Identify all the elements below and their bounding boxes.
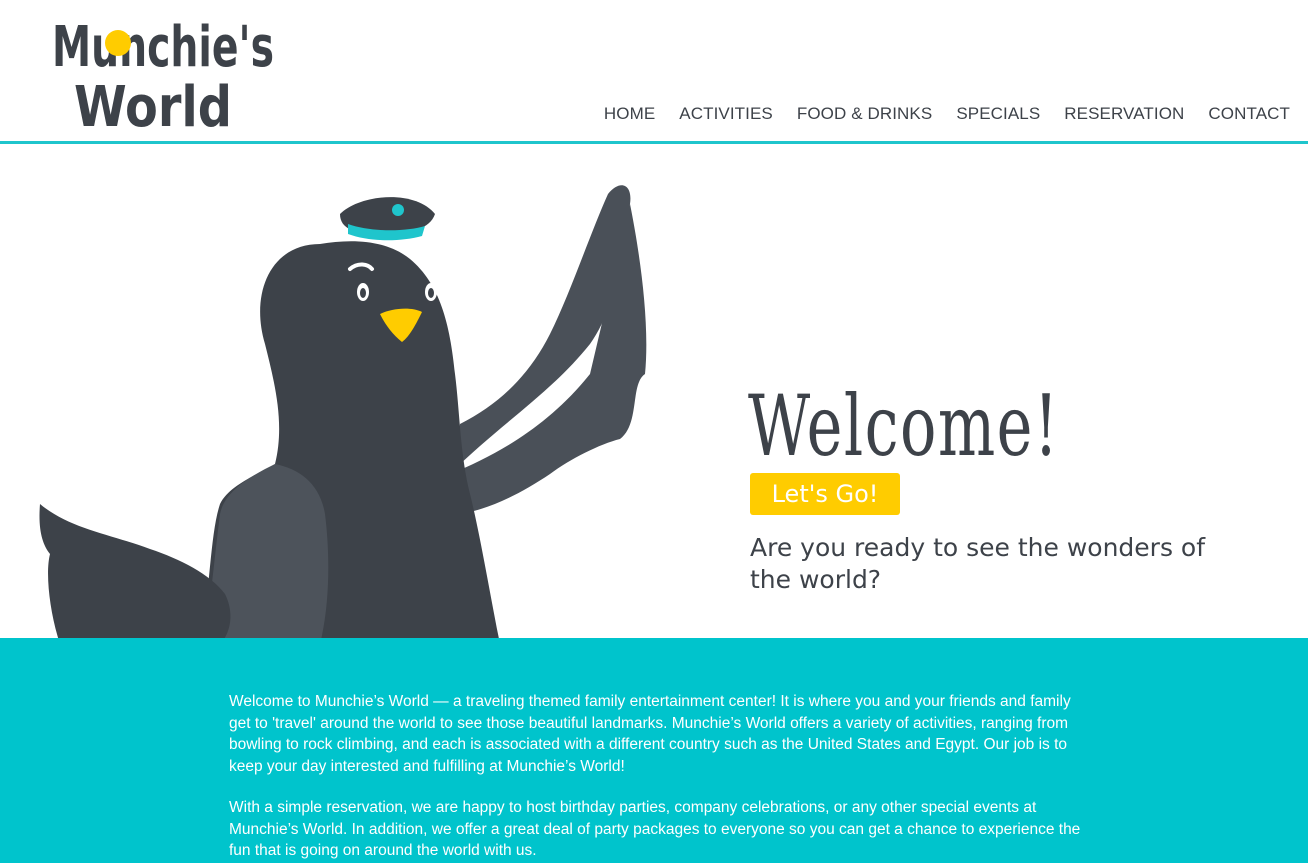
nav-home[interactable]: HOME	[604, 104, 655, 124]
hero-tagline: Are you ready to see the wonders of the …	[750, 533, 1206, 594]
nav-contact[interactable]: CONTACT	[1208, 104, 1290, 124]
nav-food-drinks[interactable]: FOOD & DRINKS	[797, 104, 932, 124]
about-section: Welcome to Munchie’s World — a traveling…	[0, 638, 1308, 863]
nav-reservation[interactable]: RESERVATION	[1064, 104, 1184, 124]
logo-line1: Munchie's	[52, 15, 274, 80]
lets-go-button[interactable]: Let's Go!	[750, 473, 900, 515]
welcome-heading: Welcome!	[748, 377, 1060, 475]
site-header: Munchie's World HOME ACTIVITIES FOOD & D…	[0, 0, 1308, 141]
nav-specials[interactable]: SPECIALS	[956, 104, 1040, 124]
hero-section: Welcome! Are you ready to see the wonder…	[0, 144, 1308, 638]
main-nav: HOME ACTIVITIES FOOD & DRINKS SPECIALS R…	[604, 104, 1290, 124]
about-paragraph-2: With a simple reservation, we are happy …	[229, 799, 1081, 859]
logo-sun-icon	[105, 30, 131, 56]
munchies-world-logo[interactable]: Munchie's World	[50, 10, 280, 132]
logo-line2: World	[74, 75, 232, 132]
about-paragraph-1: Welcome to Munchie’s World — a traveling…	[229, 693, 1071, 775]
nav-activities[interactable]: ACTIVITIES	[679, 104, 773, 124]
pigeon-mascot-icon	[39, 185, 647, 638]
